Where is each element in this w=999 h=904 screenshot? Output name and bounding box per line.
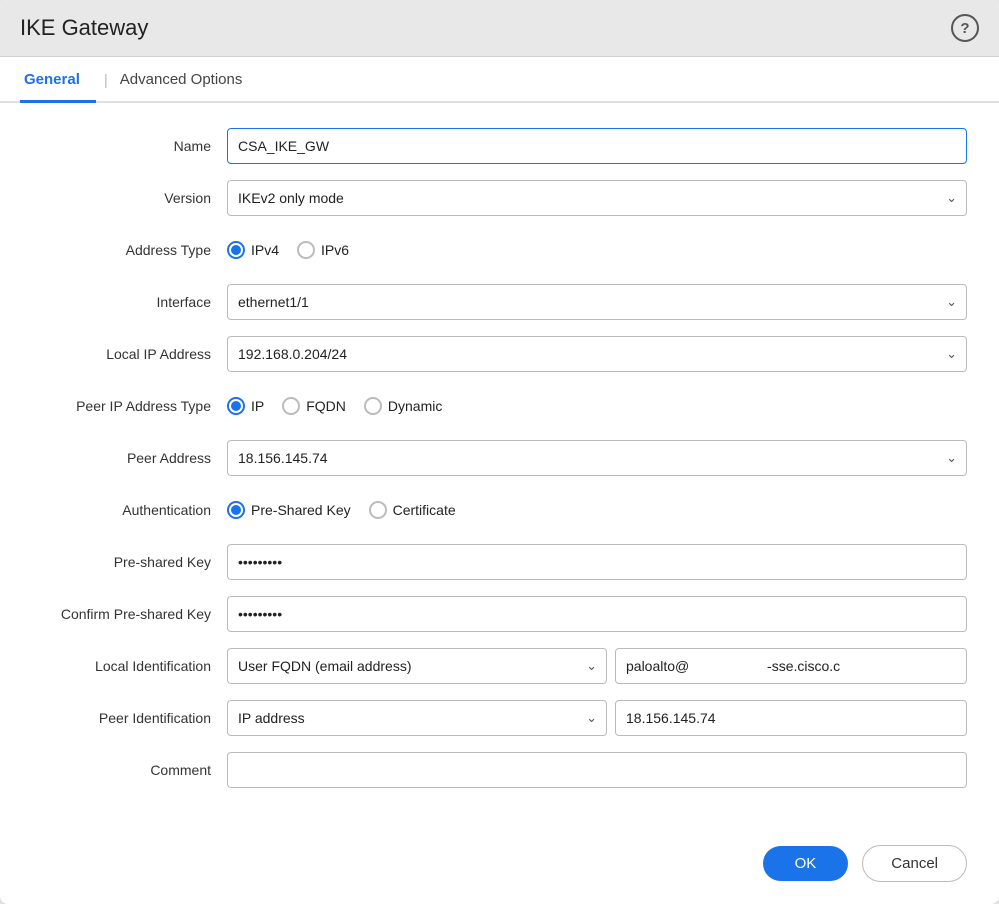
form-area: Name Version IKEv2 only mode IKEv1 only … bbox=[0, 103, 999, 827]
interface-label: Interface bbox=[32, 294, 227, 310]
tab-advanced-options[interactable]: Advanced Options bbox=[116, 57, 259, 103]
peer-ip-type-dynamic-label[interactable]: Dynamic bbox=[364, 397, 442, 415]
peer-address-control: 18.156.145.74 ⌄ bbox=[227, 440, 967, 476]
peer-id-label: Peer Identification bbox=[32, 710, 227, 726]
peer-ip-type-fqdn-text: FQDN bbox=[306, 398, 346, 414]
version-control: IKEv2 only mode IKEv1 only mode IKEv2 pr… bbox=[227, 180, 967, 216]
address-type-ipv4-radio[interactable] bbox=[227, 241, 245, 259]
address-type-ipv6-label[interactable]: IPv6 bbox=[297, 241, 349, 259]
local-ip-select-wrapper: 192.168.0.204/24 ⌄ bbox=[227, 336, 967, 372]
interface-control: ethernet1/1 ethernet1/2 ⌄ bbox=[227, 284, 967, 320]
local-id-label: Local Identification bbox=[32, 658, 227, 674]
address-type-radio-group: IPv4 IPv6 bbox=[227, 241, 967, 259]
authentication-label: Authentication bbox=[32, 502, 227, 518]
peer-address-select-wrapper: 18.156.145.74 ⌄ bbox=[227, 440, 967, 476]
auth-cert-radio[interactable] bbox=[369, 501, 387, 519]
version-row: Version IKEv2 only mode IKEv1 only mode … bbox=[32, 179, 967, 217]
peer-ip-type-ip-text: IP bbox=[251, 398, 264, 414]
peer-id-row: Peer Identification IP address FQDN User… bbox=[32, 699, 967, 737]
peer-id-type-select[interactable]: IP address FQDN User FQDN (email address… bbox=[227, 700, 607, 736]
peer-ip-type-ip-radio[interactable] bbox=[227, 397, 245, 415]
confirm-psk-label: Confirm Pre-shared Key bbox=[32, 606, 227, 622]
peer-ip-type-fqdn-label[interactable]: FQDN bbox=[282, 397, 346, 415]
version-select[interactable]: IKEv2 only mode IKEv1 only mode IKEv2 pr… bbox=[227, 180, 967, 216]
name-row: Name bbox=[32, 127, 967, 165]
help-icon[interactable]: ? bbox=[951, 14, 979, 42]
address-type-ipv4-text: IPv4 bbox=[251, 242, 279, 258]
auth-psk-label[interactable]: Pre-Shared Key bbox=[227, 501, 351, 519]
peer-ip-type-label: Peer IP Address Type bbox=[32, 398, 227, 414]
dialog-footer: OK Cancel bbox=[0, 827, 999, 904]
local-id-row: Local Identification User FQDN (email ad… bbox=[32, 647, 967, 685]
peer-ip-type-fqdn-radio[interactable] bbox=[282, 397, 300, 415]
confirm-psk-input[interactable] bbox=[227, 596, 967, 632]
local-ip-label: Local IP Address bbox=[32, 346, 227, 362]
peer-ip-type-control: IP FQDN Dynamic bbox=[227, 397, 967, 415]
peer-ip-type-dynamic-radio[interactable] bbox=[364, 397, 382, 415]
peer-ip-type-dynamic-text: Dynamic bbox=[388, 398, 442, 414]
peer-ip-type-ip-label[interactable]: IP bbox=[227, 397, 264, 415]
version-label: Version bbox=[32, 190, 227, 206]
version-select-wrapper: IKEv2 only mode IKEv1 only mode IKEv2 pr… bbox=[227, 180, 967, 216]
dialog-title: IKE Gateway bbox=[20, 15, 148, 41]
address-type-control: IPv4 IPv6 bbox=[227, 241, 967, 259]
interface-row: Interface ethernet1/1 ethernet1/2 ⌄ bbox=[32, 283, 967, 321]
peer-id-value-wrapper bbox=[615, 700, 967, 736]
auth-cert-text: Certificate bbox=[393, 502, 456, 518]
local-ip-row: Local IP Address 192.168.0.204/24 ⌄ bbox=[32, 335, 967, 373]
peer-id-type-select-wrapper: IP address FQDN User FQDN (email address… bbox=[227, 700, 607, 736]
interface-select[interactable]: ethernet1/1 ethernet1/2 bbox=[227, 284, 967, 320]
ok-button[interactable]: OK bbox=[763, 846, 849, 881]
address-type-ipv4-label[interactable]: IPv4 bbox=[227, 241, 279, 259]
local-ip-select[interactable]: 192.168.0.204/24 bbox=[227, 336, 967, 372]
address-type-ipv6-radio[interactable] bbox=[297, 241, 315, 259]
auth-psk-text: Pre-Shared Key bbox=[251, 502, 351, 518]
comment-row: Comment bbox=[32, 751, 967, 789]
psk-input[interactable] bbox=[227, 544, 967, 580]
peer-id-value-input[interactable] bbox=[615, 700, 967, 736]
confirm-psk-control bbox=[227, 596, 967, 632]
local-id-value-input[interactable] bbox=[615, 648, 967, 684]
name-control bbox=[227, 128, 967, 164]
local-id-split-control: User FQDN (email address) IP address FQD… bbox=[227, 648, 967, 684]
peer-address-row: Peer Address 18.156.145.74 ⌄ bbox=[32, 439, 967, 477]
authentication-control: Pre-Shared Key Certificate bbox=[227, 501, 967, 519]
local-id-type-select-wrapper: User FQDN (email address) IP address FQD… bbox=[227, 648, 607, 684]
name-input[interactable] bbox=[227, 128, 967, 164]
local-id-type-select[interactable]: User FQDN (email address) IP address FQD… bbox=[227, 648, 607, 684]
tab-separator: | bbox=[96, 58, 116, 101]
local-ip-control: 192.168.0.204/24 ⌄ bbox=[227, 336, 967, 372]
authentication-row: Authentication Pre-Shared Key Certificat… bbox=[32, 491, 967, 529]
comment-input[interactable] bbox=[227, 752, 967, 788]
cancel-button[interactable]: Cancel bbox=[862, 845, 967, 882]
authentication-radio-group: Pre-Shared Key Certificate bbox=[227, 501, 967, 519]
peer-address-select[interactable]: 18.156.145.74 bbox=[227, 440, 967, 476]
peer-id-split-control: IP address FQDN User FQDN (email address… bbox=[227, 700, 967, 736]
ike-gateway-dialog: IKE Gateway ? General | Advanced Options… bbox=[0, 0, 999, 904]
confirm-psk-row: Confirm Pre-shared Key bbox=[32, 595, 967, 633]
comment-label: Comment bbox=[32, 762, 227, 778]
peer-address-label: Peer Address bbox=[32, 450, 227, 466]
address-type-label: Address Type bbox=[32, 242, 227, 258]
auth-psk-radio[interactable] bbox=[227, 501, 245, 519]
psk-label: Pre-shared Key bbox=[32, 554, 227, 570]
tab-general[interactable]: General bbox=[20, 57, 96, 103]
auth-cert-label[interactable]: Certificate bbox=[369, 501, 456, 519]
peer-ip-type-row: Peer IP Address Type IP FQDN Dynamic bbox=[32, 387, 967, 425]
address-type-ipv6-text: IPv6 bbox=[321, 242, 349, 258]
comment-control bbox=[227, 752, 967, 788]
psk-row: Pre-shared Key bbox=[32, 543, 967, 581]
address-type-row: Address Type IPv4 IPv6 bbox=[32, 231, 967, 269]
name-label: Name bbox=[32, 138, 227, 154]
tab-bar: General | Advanced Options bbox=[0, 57, 999, 103]
peer-ip-type-radio-group: IP FQDN Dynamic bbox=[227, 397, 967, 415]
dialog-header: IKE Gateway ? bbox=[0, 0, 999, 57]
local-id-value-wrapper bbox=[615, 648, 967, 684]
psk-control bbox=[227, 544, 967, 580]
interface-select-wrapper: ethernet1/1 ethernet1/2 ⌄ bbox=[227, 284, 967, 320]
